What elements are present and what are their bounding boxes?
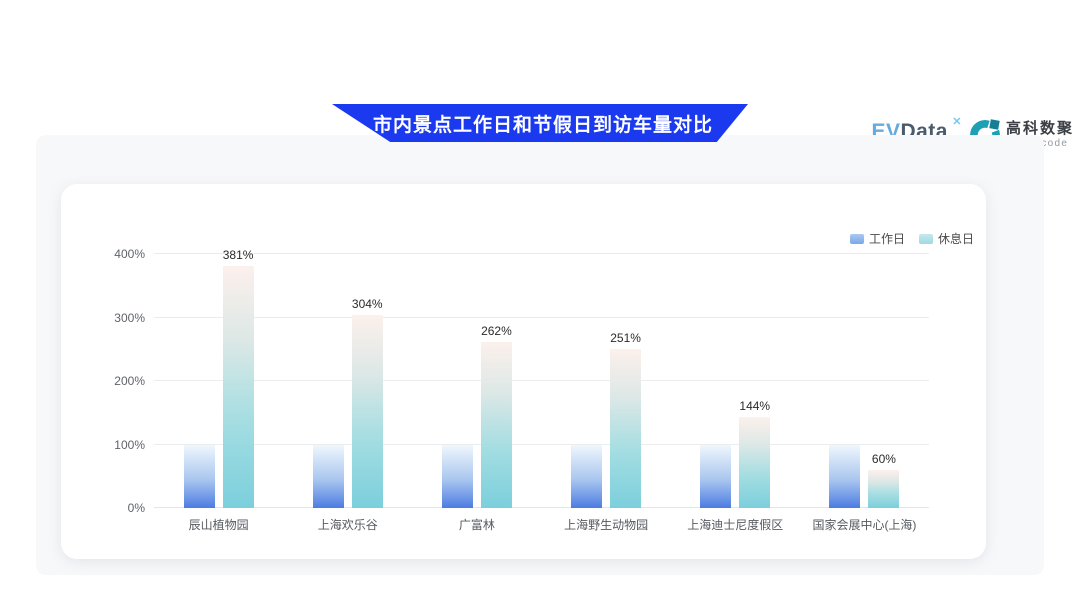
category-label: 广富林 xyxy=(459,516,495,533)
bar-group: 381%辰山植物园 xyxy=(154,254,283,508)
y-tick-label: 0% xyxy=(128,501,145,515)
value-label: 251% xyxy=(610,331,641,345)
evdata-x-mark-icon: ✕ xyxy=(952,117,962,128)
bar-group: 262%广富林 xyxy=(412,254,541,508)
page-title: 市内景点工作日和节假日到访车量对比 xyxy=(367,110,713,137)
category-label: 国家会展中心(上海) xyxy=(812,516,916,533)
bar-group: 304%上海欢乐谷 xyxy=(283,254,412,508)
bar-workday[interactable] xyxy=(184,445,215,509)
title-banner: 市内景点工作日和节假日到访车量对比 xyxy=(332,104,748,142)
bar-group: 144%上海迪士尼度假区 xyxy=(671,254,800,508)
bar-restday[interactable]: 304% xyxy=(352,315,383,508)
y-tick-label: 400% xyxy=(114,247,145,261)
bar-workday[interactable] xyxy=(442,445,473,509)
gausscode-square xyxy=(989,119,999,129)
value-label: 144% xyxy=(739,399,770,413)
bar-restday[interactable]: 60% xyxy=(868,470,899,508)
category-label: 辰山植物园 xyxy=(189,516,249,533)
page: EVData ✕ SHANGHAI CHINA 高科数聚 Gausscode 市… xyxy=(0,104,1080,608)
value-label: 60% xyxy=(872,452,896,466)
bar-workday[interactable] xyxy=(571,445,602,509)
legend-item[interactable]: 工作日 xyxy=(850,230,905,247)
bar-group: 60%国家会展中心(上海) xyxy=(800,254,929,508)
y-tick-label: 200% xyxy=(114,374,145,388)
bar-workday[interactable] xyxy=(700,445,731,509)
category-label: 上海野生动物园 xyxy=(564,516,648,533)
bar-restday[interactable]: 144% xyxy=(739,417,770,508)
legend-label: 休息日 xyxy=(938,230,974,247)
y-axis: 0%100%200%300%400% xyxy=(61,254,145,508)
chart-card: 工作日休息日 0%100%200%300%400% 381%辰山植物园304%上… xyxy=(61,184,986,559)
bar-group: 251%上海野生动物园 xyxy=(542,254,671,508)
y-tick-label: 100% xyxy=(114,438,145,452)
legend-swatch-icon xyxy=(919,234,933,244)
category-label: 上海欢乐谷 xyxy=(318,516,378,533)
bar-restday[interactable]: 262% xyxy=(481,342,512,508)
legend-label: 工作日 xyxy=(869,230,905,247)
legend-item[interactable]: 休息日 xyxy=(919,230,974,247)
bar-restday[interactable]: 251% xyxy=(610,349,641,508)
value-label: 381% xyxy=(223,248,254,262)
plot-area: 381%辰山植物园304%上海欢乐谷262%广富林251%上海野生动物园144%… xyxy=(154,254,929,508)
bar-workday[interactable] xyxy=(313,445,344,509)
bar-restday[interactable]: 381% xyxy=(223,266,254,508)
chart-legend: 工作日 休息日 xyxy=(850,230,974,247)
y-tick-label: 300% xyxy=(114,311,145,325)
legend-swatch-icon xyxy=(850,234,864,244)
bar-workday[interactable] xyxy=(829,445,860,509)
value-label: 304% xyxy=(352,297,383,311)
content-panel: 工作日休息日 0%100%200%300%400% 381%辰山植物园304%上… xyxy=(36,135,1044,575)
value-label: 262% xyxy=(481,324,512,338)
category-label: 上海迪士尼度假区 xyxy=(687,516,783,533)
